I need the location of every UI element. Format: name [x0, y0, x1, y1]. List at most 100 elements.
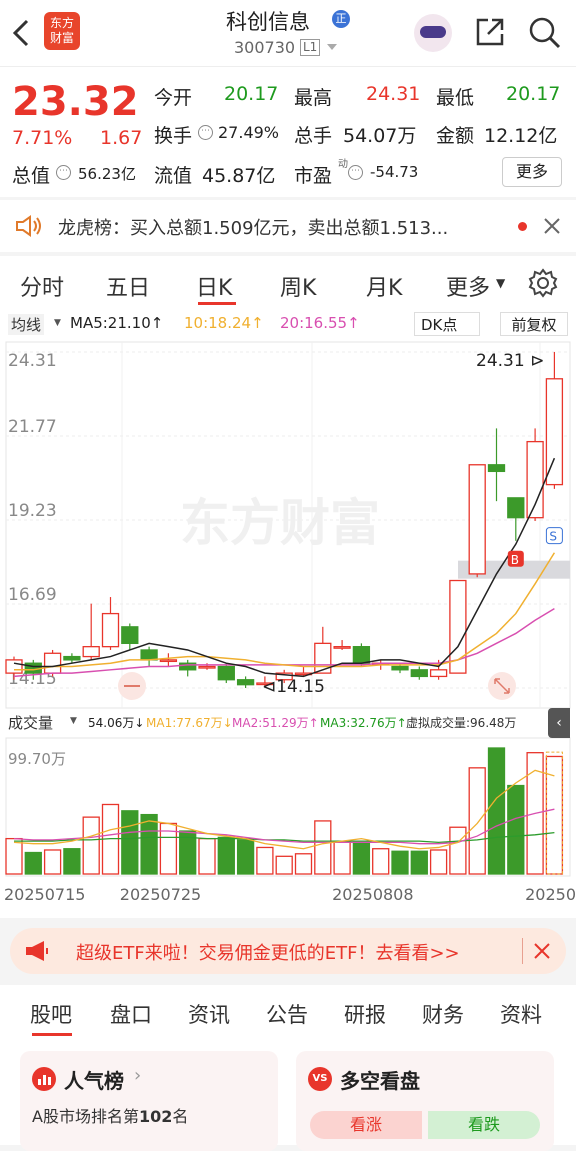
candle-body	[391, 665, 409, 671]
rank-prefix: A股市场排名第	[32, 1107, 139, 1126]
tab-financials[interactable]: 财务	[422, 999, 464, 1029]
mktcap-value: 56.23亿	[78, 165, 136, 183]
tab-market-depth[interactable]: 盘口	[110, 999, 152, 1029]
volume-bar	[314, 820, 332, 875]
volume-bar	[449, 826, 467, 875]
tab-news[interactable]: 资讯	[188, 999, 230, 1029]
volume-bar	[43, 849, 62, 875]
rank-suffix: 名	[172, 1107, 189, 1126]
tab-monthly-k[interactable]: 月K	[366, 270, 402, 302]
candle-body	[101, 612, 120, 648]
price-tick-label: 16.69	[8, 585, 57, 605]
sell-marker-label: S	[549, 530, 557, 544]
volume-label: 总手	[294, 125, 333, 147]
date-tick-label: 20250715	[4, 885, 85, 904]
popularity-title: 人气榜	[64, 1069, 124, 1093]
tab-daily-k[interactable]: 日K	[196, 270, 232, 302]
tab-intraday[interactable]: 分时	[20, 270, 64, 302]
tab-more[interactable]: 更多	[446, 270, 490, 302]
tab-announcements[interactable]: 公告	[266, 999, 308, 1029]
float-label: 流值	[154, 165, 193, 187]
collapse-handle[interactable]: ‹	[548, 708, 570, 738]
kline-chart-area[interactable]: 均线 ▼ MA5:21.10↑ 10:18.24↑ 20:16.55↑ DK点 …	[0, 308, 576, 918]
speaker-icon	[16, 215, 41, 237]
tab-profile[interactable]: 资料	[500, 999, 542, 1029]
info-icon[interactable]: ⋯	[56, 165, 71, 180]
popularity-card[interactable]: 人气榜 › A股市场排名第102名	[20, 1051, 278, 1151]
gear-icon[interactable]	[528, 268, 558, 298]
chart-icon	[32, 1067, 56, 1091]
volume-bar	[391, 850, 409, 875]
info-icon[interactable]: ⋯	[198, 125, 213, 140]
mktcap-label: 总值	[12, 165, 51, 187]
candle-body	[429, 669, 448, 678]
bear-button[interactable]: 看跌	[428, 1111, 540, 1139]
tab-research[interactable]: 研报	[344, 999, 386, 1029]
volume-readout: 54.06万↓	[88, 716, 145, 730]
share-icon[interactable]	[474, 16, 506, 48]
pe-superscript: 动	[338, 159, 348, 170]
float-value: 45.87亿	[202, 165, 276, 187]
caret-down-icon[interactable]: ▼	[70, 716, 77, 726]
stock-code: 300730	[234, 38, 296, 57]
date-tick-label: 20250725	[120, 885, 201, 904]
pe-label: 市盈	[294, 165, 333, 187]
active-tab-indicator	[198, 302, 236, 305]
low-value: 20.17	[506, 83, 561, 105]
open-value: 20.17	[224, 83, 279, 105]
back-icon[interactable]	[10, 18, 32, 48]
volume-bar	[82, 816, 100, 875]
volume-bar	[256, 846, 274, 875]
candle-body	[198, 665, 216, 669]
tab-forum[interactable]: 股吧	[30, 999, 72, 1029]
low-label: 最低	[436, 87, 475, 109]
volume-bar	[121, 810, 139, 875]
volume-bar	[352, 841, 371, 875]
volume-bar	[63, 848, 81, 875]
volume-indicator-select[interactable]: 成交量	[8, 712, 53, 733]
candle-body	[410, 669, 428, 678]
min-price-label: ⊲14.15	[262, 677, 325, 697]
vol-ma1-readout: MA1:77.67万↓	[146, 716, 233, 730]
candle-body	[333, 646, 351, 649]
info-icon[interactable]: ⋯	[348, 165, 363, 180]
volume-bar	[236, 839, 255, 875]
kline-svg[interactable]: 24.3121.7719.2316.6914.15东方财富24.31 ⊳⊲14.…	[0, 308, 576, 918]
search-icon[interactable]	[528, 16, 562, 50]
promo-text: 超级ETF来啦！交易佣金更低的ETF！去看看>>	[76, 943, 460, 964]
turnover-label: 换手	[154, 125, 193, 147]
volume-bar	[333, 840, 351, 875]
tab-five-day[interactable]: 五日	[106, 270, 150, 302]
sentiment-card[interactable]: VS 多空看盘 看涨 看跌	[296, 1051, 554, 1151]
close-icon[interactable]	[542, 216, 562, 236]
more-button[interactable]: 更多	[502, 157, 562, 187]
candle-body	[63, 655, 81, 661]
virtual-volume-readout: 虚拟成交量:96.48万	[406, 716, 517, 730]
unread-dot	[518, 222, 527, 231]
price-tick-label: 24.31	[8, 351, 57, 371]
volume-bar	[410, 850, 428, 875]
info-tabs: 股吧 盘口 资讯 公告 研报 财务 资料	[0, 985, 576, 1041]
volume-bar	[429, 849, 448, 875]
candle-body	[352, 646, 371, 664]
caret-down-icon[interactable]	[326, 42, 338, 52]
tab-weekly-k[interactable]: 周K	[280, 270, 316, 302]
dragon-tiger-notice[interactable]: 龙虎榜：买入总额1.509亿元，卖出总额1.513...	[0, 200, 576, 252]
promo-banner[interactable]: 超级ETF来啦！交易佣金更低的ETF！去看看>>	[10, 928, 566, 974]
volume-max-label: 99.70万	[8, 750, 66, 768]
volume-bar	[294, 853, 313, 875]
volume-bar	[372, 848, 390, 875]
close-icon[interactable]	[532, 941, 552, 961]
popularity-subtitle: A股市场排名第102名	[32, 1103, 188, 1127]
volume-bar	[487, 747, 506, 875]
turnover-value: 27.49%	[218, 123, 280, 142]
caret-down-icon[interactable]: ▼	[496, 276, 505, 290]
volume-bar	[468, 767, 486, 875]
feature-cards: 人气榜 › A股市场排名第102名 VS 多空看盘 看涨 看跌	[0, 1041, 576, 1151]
bull-button[interactable]: 看涨	[310, 1111, 422, 1139]
pe-value: -54.73	[370, 163, 419, 181]
volume-bar	[275, 855, 293, 875]
candle-body	[82, 646, 100, 658]
avatar[interactable]	[414, 14, 452, 52]
volume-bar	[140, 813, 158, 875]
